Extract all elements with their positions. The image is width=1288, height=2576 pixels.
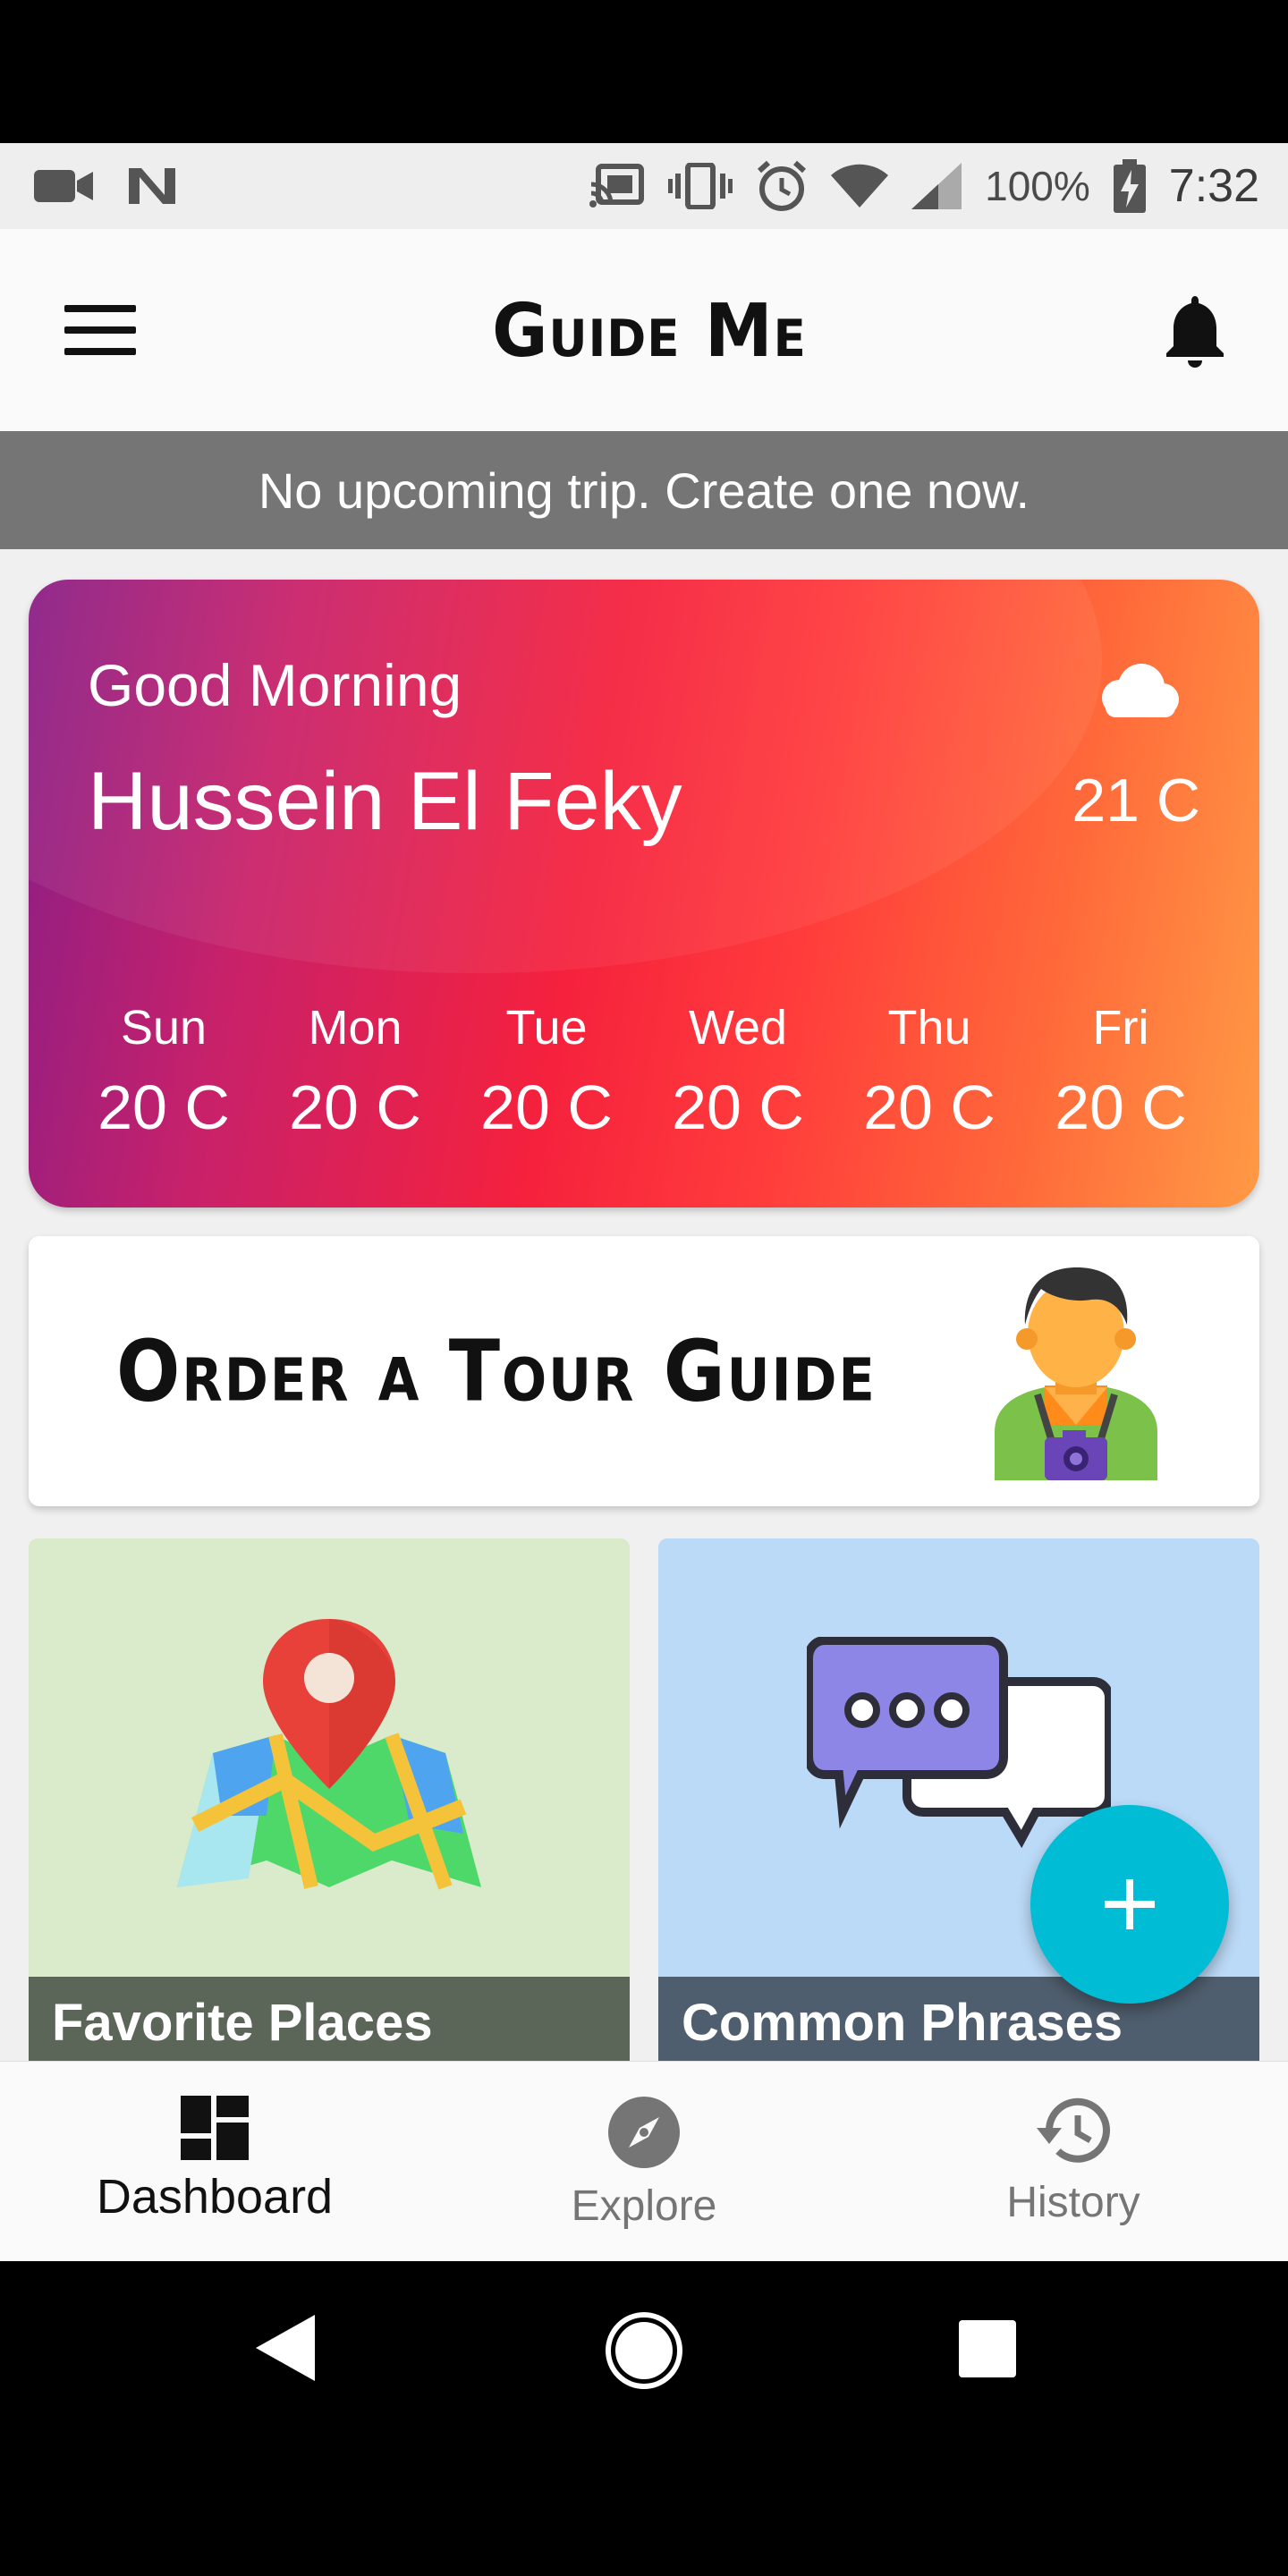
nav-dashboard-label: Dashboard <box>96 2170 334 2224</box>
no-trip-banner[interactable]: No upcoming trip. Create one now. <box>0 431 1288 549</box>
chat-bubbles-icon <box>807 1637 1111 1849</box>
forecast-day-name: Wed <box>688 1001 788 1055</box>
system-home-icon[interactable] <box>605 2311 683 2390</box>
forecast-day: Tue 20 C <box>463 1000 630 1143</box>
battery-charging-icon <box>1113 159 1146 213</box>
order-tour-guide-label: Order a Tour Guide <box>116 1322 877 1420</box>
alarm-icon <box>758 160 807 211</box>
status-bar: 100% 7:32 <box>0 143 1288 229</box>
forecast-day: Sun 20 C <box>80 1000 247 1143</box>
phone-screen: 100% 7:32 Guide Me No upcoming trip. Cre… <box>0 0 1288 2576</box>
forecast-day-temp: 20 C <box>480 1072 613 1142</box>
nav-explore[interactable]: Explore <box>429 2062 859 2261</box>
history-icon <box>1037 2097 1110 2163</box>
greeting-text: Good Morning <box>88 652 462 718</box>
forecast-day: Thu 20 C <box>846 1000 1013 1143</box>
map-pin-icon <box>177 1619 481 1890</box>
system-back-icon[interactable] <box>250 2313 318 2383</box>
clock-time: 7:32 <box>1168 160 1259 212</box>
app-bar: Guide Me <box>0 229 1288 431</box>
cast-icon <box>589 164 645 208</box>
forecast-row: Sun 20 C Mon 20 C Tue 20 C Wed 20 C Thu <box>80 1000 1204 1143</box>
forecast-day-temp: 20 C <box>672 1072 804 1142</box>
tour-guide-icon <box>995 1267 1157 1480</box>
cell-signal-icon <box>911 163 962 209</box>
nav-dashboard[interactable]: Dashboard <box>0 2062 429 2261</box>
forecast-day-name: Mon <box>308 1001 402 1055</box>
forecast-day-name: Tue <box>505 1001 588 1055</box>
forecast-day-temp: 20 C <box>863 1072 996 1142</box>
menu-icon[interactable] <box>64 305 136 355</box>
wifi-icon <box>831 164 889 208</box>
nfc-n-icon <box>129 168 175 204</box>
app-title: Guide Me <box>492 286 807 374</box>
forecast-day-temp: 20 C <box>1055 1072 1187 1142</box>
nav-explore-label: Explore <box>571 2182 717 2230</box>
weather-card[interactable]: Good Morning Hussein El Feky 21 C Sun 20… <box>29 580 1259 1208</box>
compass-icon <box>608 2097 680 2168</box>
forecast-day: Wed 20 C <box>655 1000 821 1143</box>
dashboard-icon <box>181 2096 249 2160</box>
nav-history-label: History <box>1006 2179 1140 2226</box>
order-tour-guide-card[interactable]: Order a Tour Guide <box>29 1236 1259 1506</box>
favorite-places-tile[interactable]: Favorite Places <box>29 1538 630 2061</box>
forecast-day-name: Thu <box>887 1001 971 1055</box>
forecast-day: Fri 20 C <box>1038 1000 1204 1143</box>
favorite-places-label: Favorite Places <box>29 1977 630 2061</box>
video-camera-icon <box>34 170 93 202</box>
battery-percent: 100% <box>985 163 1090 209</box>
notification-bell-icon[interactable] <box>1163 292 1227 368</box>
add-trip-fab[interactable] <box>1030 1805 1229 2004</box>
forecast-day-name: Sun <box>120 1001 208 1055</box>
plus-icon <box>1105 1879 1155 1929</box>
vibrate-icon <box>668 163 733 209</box>
forecast-day-temp: 20 C <box>97 1072 230 1142</box>
user-name: Hussein El Feky <box>88 756 682 847</box>
nav-history[interactable]: History <box>859 2062 1288 2261</box>
bottom-navigation: Dashboard Explore History <box>0 2061 1288 2261</box>
forecast-day-name: Fri <box>1092 1001 1149 1055</box>
current-temperature: 21 C <box>1072 767 1200 835</box>
forecast-day: Mon 20 C <box>272 1000 438 1143</box>
forecast-day-temp: 20 C <box>289 1072 421 1142</box>
system-recents-icon[interactable] <box>959 2320 1016 2377</box>
cloud-icon <box>1102 664 1179 717</box>
